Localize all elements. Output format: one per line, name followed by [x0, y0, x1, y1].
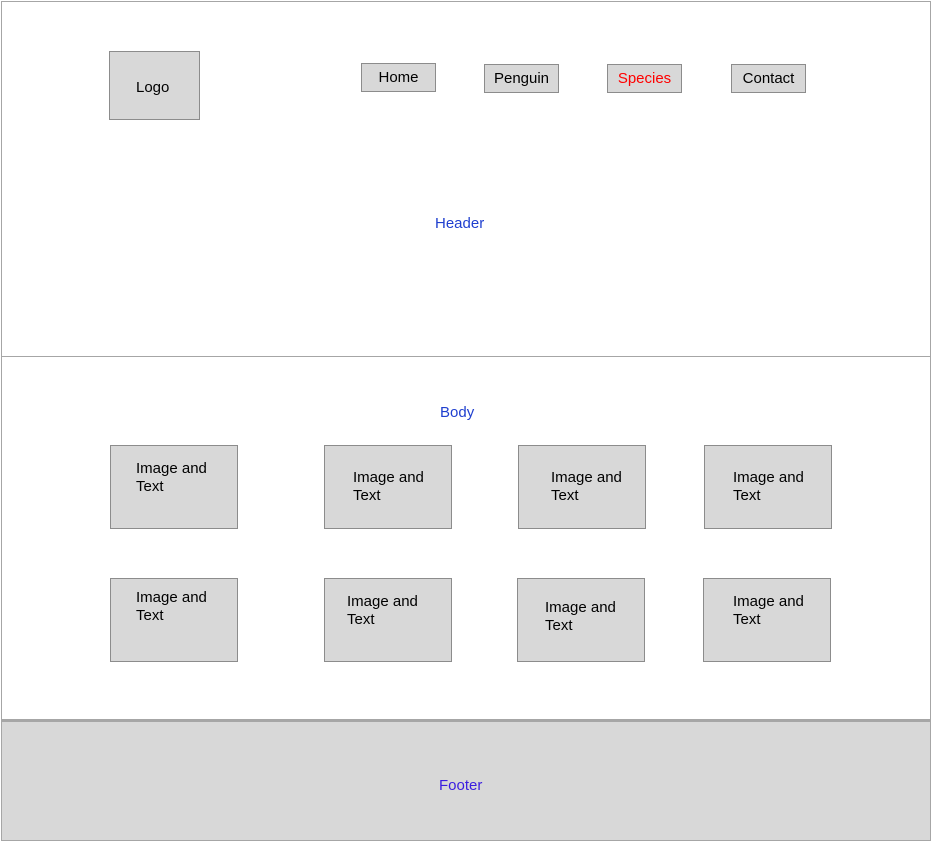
body-label: Body — [440, 404, 475, 421]
nav-penguin-button[interactable]: Penguin — [484, 64, 559, 93]
footer-label: Footer — [439, 777, 483, 794]
header-section: Logo Home Penguin Species Contact Header — [1, 1, 931, 357]
card-text: Image and Text — [136, 460, 207, 495]
content-card[interactable]: Image and Text — [324, 578, 452, 662]
card-text: Image and Text — [545, 599, 616, 634]
nav-contact-button[interactable]: Contact — [731, 64, 806, 93]
card-text: Image and Text — [733, 469, 804, 504]
nav-contact-label: Contact — [742, 70, 795, 87]
card-text: Image and Text — [733, 593, 804, 628]
content-card[interactable]: Image and Text — [110, 445, 238, 529]
nav-species-button[interactable]: Species — [607, 64, 682, 93]
card-text: Image and Text — [551, 469, 622, 504]
logo[interactable]: Logo — [109, 51, 200, 120]
content-card[interactable]: Image and Text — [324, 445, 452, 529]
nav-home-label: Home — [378, 69, 419, 86]
content-card[interactable]: Image and Text — [704, 445, 832, 529]
card-text: Image and Text — [353, 469, 424, 504]
content-card[interactable]: Image and Text — [703, 578, 831, 662]
content-card[interactable]: Image and Text — [518, 445, 646, 529]
card-text: Image and Text — [136, 589, 207, 624]
nav-penguin-label: Penguin — [493, 70, 550, 87]
footer-section: Footer — [1, 720, 931, 841]
body-section: Body Image and Text Image and Text Image… — [1, 356, 931, 720]
nav-home-button[interactable]: Home — [361, 63, 436, 92]
nav-species-label: Species — [617, 70, 672, 87]
logo-label: Logo — [136, 79, 170, 96]
content-card[interactable]: Image and Text — [517, 578, 645, 662]
card-text: Image and Text — [347, 593, 418, 628]
header-label: Header — [435, 215, 485, 232]
content-card[interactable]: Image and Text — [110, 578, 238, 662]
